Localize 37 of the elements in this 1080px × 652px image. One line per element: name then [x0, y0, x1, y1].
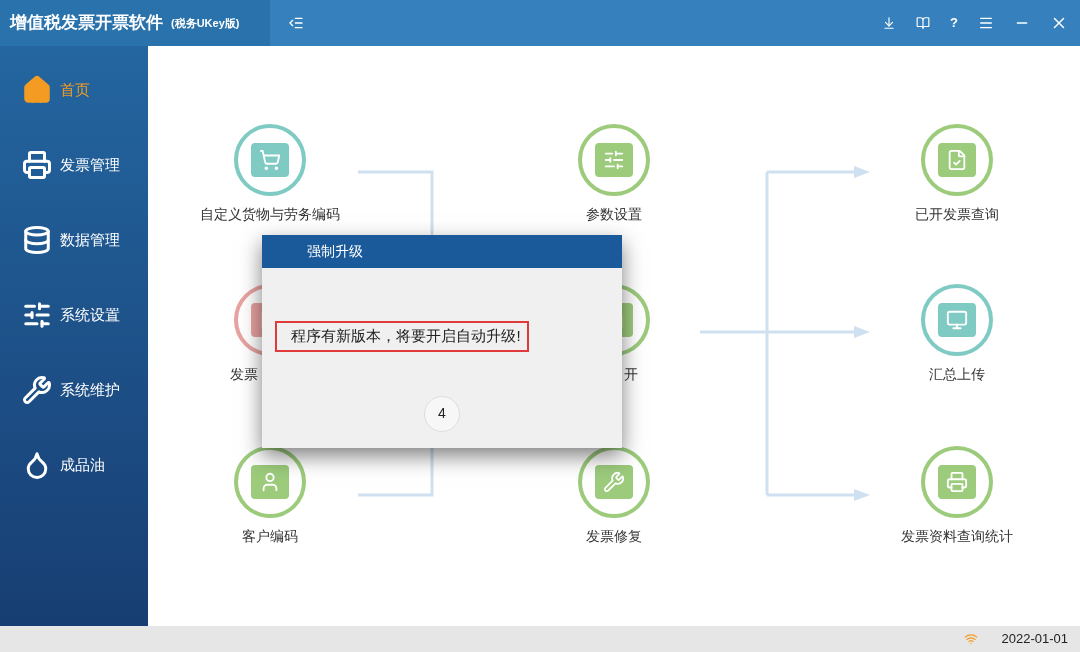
window-title: 增值税发票开票软件	[10, 12, 163, 35]
node-label[interactable]: 发票	[230, 364, 258, 385]
node-label[interactable]: 自定义货物与劳务编码	[200, 204, 340, 225]
status-date: 2022-01-01	[1001, 630, 1068, 649]
document-check-icon	[946, 149, 968, 171]
sidebar-item[interactable]: 发票管理	[0, 141, 148, 189]
home-icon	[22, 75, 52, 105]
sidebar-item[interactable]: 成品油	[0, 441, 148, 489]
book-icon[interactable]	[916, 16, 931, 30]
node-label[interactable]: 发票修复	[586, 526, 642, 547]
download-icon[interactable]	[882, 16, 897, 30]
cart-icon	[259, 149, 281, 171]
node-label[interactable]: 已开发票查询	[915, 204, 999, 225]
monitor-icon	[946, 309, 968, 331]
printer-icon	[22, 150, 52, 180]
node-label[interactable]: 参数设置	[586, 204, 642, 225]
printer-icon	[946, 471, 968, 493]
wrench-icon	[603, 471, 625, 493]
database-icon	[22, 225, 52, 255]
wifi-icon	[963, 632, 978, 646]
collapse-menu-button[interactable]	[288, 15, 304, 31]
dialog-message: 程序有新版本，将要开启自动升级!	[275, 321, 529, 352]
sidebar-item[interactable]: 数据管理	[0, 216, 148, 264]
node-label[interactable]: 开	[624, 364, 638, 385]
help-button[interactable]: ?	[950, 13, 958, 33]
dialog-title: 强制升级	[307, 242, 363, 261]
sliders-icon	[22, 300, 52, 330]
sliders-icon	[603, 149, 625, 171]
sidebar-item[interactable]: 系统设置	[0, 291, 148, 339]
countdown-timer: 4	[424, 395, 460, 432]
node-label[interactable]: 发票资料查询统计	[901, 526, 1013, 547]
node-label[interactable]: 客户编码	[242, 526, 298, 547]
sidebar-item[interactable]: 系统维护	[0, 366, 148, 414]
menu-icon[interactable]	[978, 15, 994, 31]
edition-label: (税务UKey版)	[171, 15, 240, 31]
node-label[interactable]: 汇总上传	[929, 364, 985, 385]
wrench-icon	[22, 375, 52, 405]
